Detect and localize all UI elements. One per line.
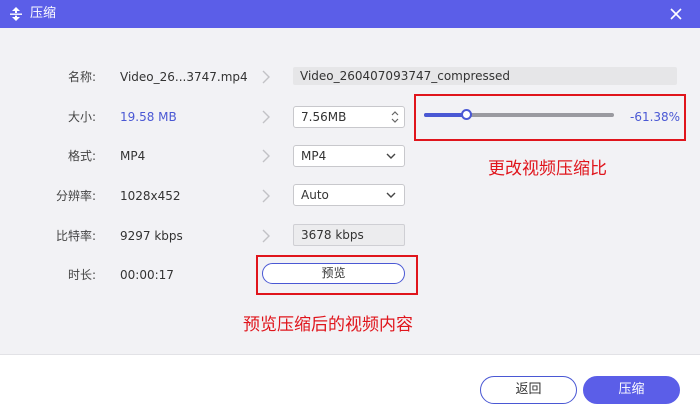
compression-percent: -61.38% bbox=[630, 110, 681, 124]
close-icon[interactable] bbox=[668, 6, 684, 22]
chevron-right-icon bbox=[262, 149, 270, 163]
output-bitrate-field: 3678 kbps bbox=[293, 224, 405, 246]
output-name-field[interactable]: Video_260407093747_compressed bbox=[293, 67, 677, 85]
output-size-value: 7.56MB bbox=[301, 110, 347, 124]
duration-label: 时长: bbox=[67, 268, 96, 282]
compression-slider[interactable] bbox=[424, 109, 614, 120]
format-label: 格式: bbox=[67, 149, 96, 163]
output-size-stepper[interactable]: 7.56MB bbox=[293, 106, 405, 128]
slider-annotation: 更改视频压缩比 bbox=[488, 159, 607, 179]
bitrate-label: 比特率: bbox=[55, 229, 96, 243]
chevron-down-icon bbox=[386, 192, 396, 198]
resolution-select-value: Auto bbox=[301, 188, 329, 202]
format-select[interactable]: MP4 bbox=[293, 145, 405, 167]
preview-button[interactable]: 预览 bbox=[262, 263, 405, 284]
spinner-arrows-icon[interactable] bbox=[390, 109, 400, 125]
window-title: 压缩 bbox=[30, 6, 57, 21]
preview-annotation: 预览压缩后的视频内容 bbox=[243, 315, 413, 335]
source-name: Video_26...3747.mp4 bbox=[120, 70, 248, 84]
compress-button[interactable]: 压缩 bbox=[583, 376, 680, 404]
slider-thumb[interactable] bbox=[461, 109, 472, 120]
source-resolution: 1028x452 bbox=[120, 189, 181, 203]
size-label: 大小: bbox=[67, 110, 96, 124]
source-size: 19.58 MB bbox=[120, 110, 177, 124]
resolution-label: 分辨率: bbox=[55, 189, 96, 203]
back-button[interactable]: 返回 bbox=[480, 376, 577, 404]
resolution-select[interactable]: Auto bbox=[293, 184, 405, 206]
chevron-right-icon bbox=[262, 110, 270, 124]
chevron-right-icon bbox=[262, 189, 270, 203]
compress-icon bbox=[10, 7, 22, 21]
format-select-value: MP4 bbox=[301, 149, 327, 163]
source-duration: 00:00:17 bbox=[120, 268, 174, 282]
title-bar: 压缩 bbox=[0, 0, 700, 28]
source-bitrate: 9297 kbps bbox=[120, 229, 183, 243]
chevron-down-icon bbox=[386, 153, 396, 159]
source-format: MP4 bbox=[120, 149, 146, 163]
name-label: 名称: bbox=[67, 70, 96, 84]
chevron-right-icon bbox=[262, 229, 270, 243]
chevron-right-icon bbox=[262, 70, 270, 84]
